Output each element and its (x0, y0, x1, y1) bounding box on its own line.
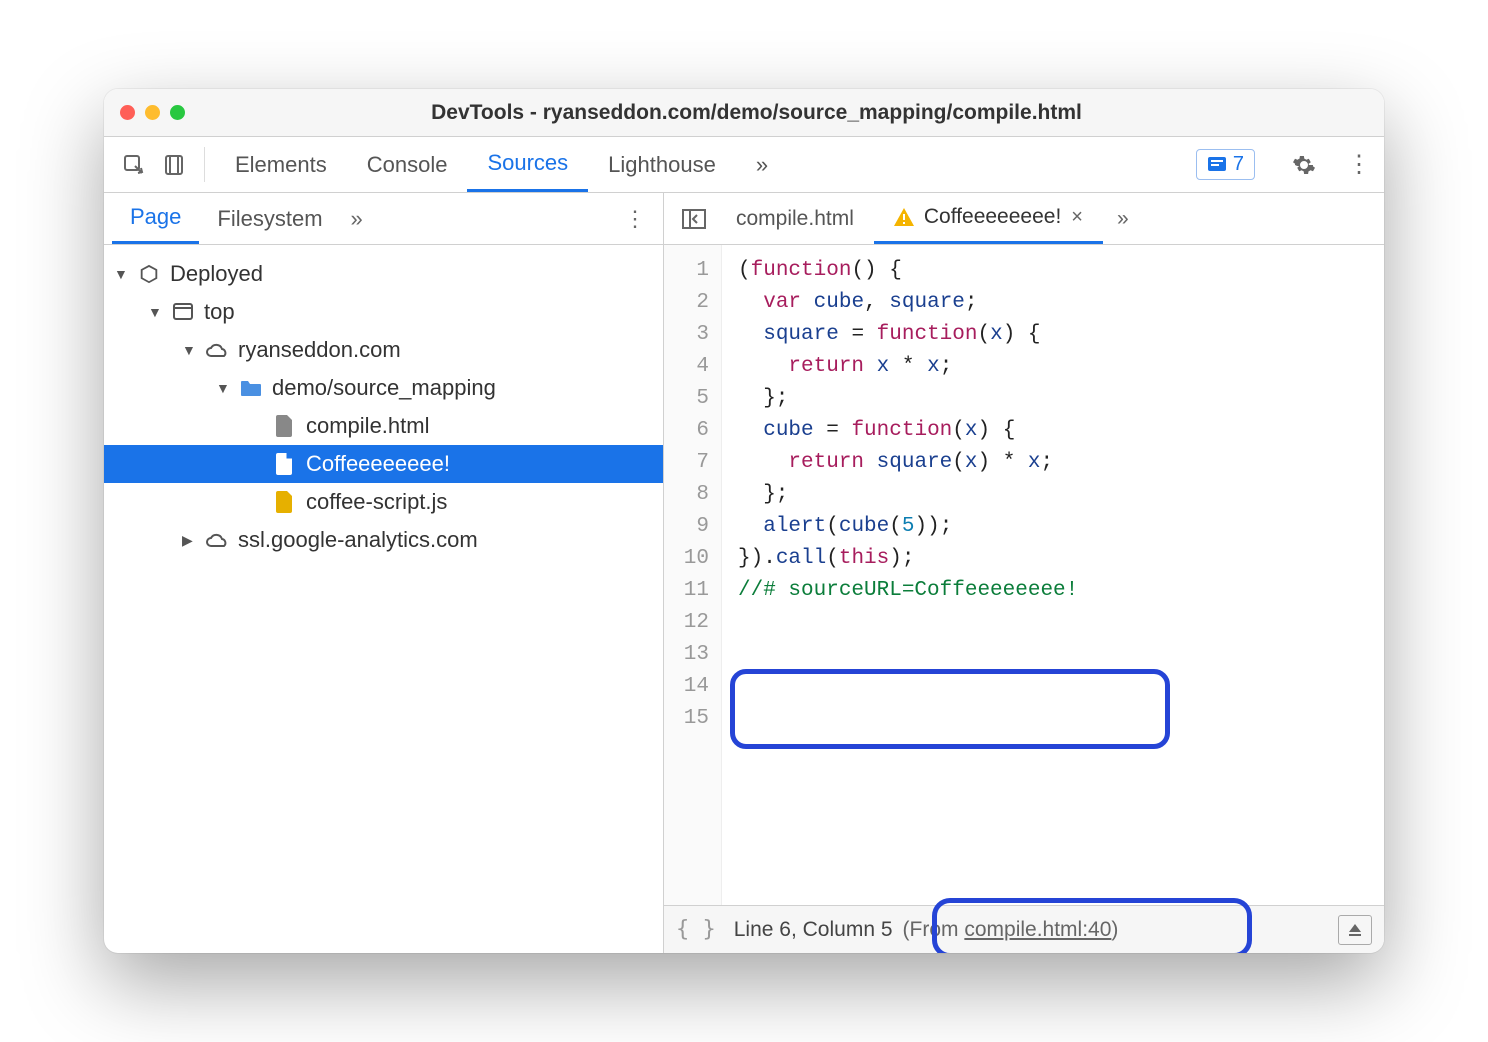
tree-domain[interactable]: ▼ ryanseddon.com (104, 331, 663, 369)
inspect-icon[interactable] (114, 137, 154, 192)
sidebar-tab-page[interactable]: Page (112, 193, 199, 244)
tree-top[interactable]: ▼ top (104, 293, 663, 331)
close-window-button[interactable] (120, 105, 135, 120)
sidebar-tabs: Page Filesystem » ⋮ (104, 193, 663, 245)
tree-label: coffee-script.js (306, 489, 447, 515)
window-title: DevTools - ryanseddon.com/demo/source_ma… (215, 101, 1298, 125)
tree-label: top (204, 299, 235, 325)
editor-tabs: compile.html Coffeeeeeeee! × » (664, 193, 1384, 245)
window-controls (120, 105, 185, 120)
tree-label: Coffeeeeeeee! (306, 451, 450, 477)
code-content[interactable]: (function() { var cube, square; square =… (722, 245, 1094, 905)
close-tab-icon[interactable]: × (1071, 206, 1083, 229)
overflow-menu-icon[interactable]: ⋮ (1344, 150, 1374, 179)
settings-icon[interactable] (1292, 153, 1336, 177)
file-tree: ▼ Deployed ▼ top ▼ (104, 245, 663, 953)
tree-domain[interactable]: ▶ ssl.google-analytics.com (104, 521, 663, 559)
js-file-icon (270, 491, 300, 513)
tree-folder[interactable]: ▼ demo/source_mapping (104, 369, 663, 407)
editor-tab-label: Coffeeeeeeee! (924, 205, 1061, 229)
cursor-position: Line 6, Column 5 (734, 918, 893, 942)
file-icon (270, 453, 300, 475)
line-gutter: 123456789101112131415 (664, 245, 722, 905)
tree-label: ssl.google-analytics.com (238, 527, 478, 553)
sidebar-tabs-overflow[interactable]: » (351, 193, 363, 244)
tree-file[interactable]: coffee-script.js (104, 483, 663, 521)
editor-tabs-overflow[interactable]: » (1103, 193, 1143, 244)
tree-file[interactable]: compile.html (104, 407, 663, 445)
issues-count: 7 (1233, 153, 1244, 176)
source-origin[interactable]: (From compile.html:40) (903, 918, 1119, 942)
show-drawer-icon[interactable] (1338, 915, 1372, 945)
editor-tab-label: compile.html (736, 207, 854, 231)
tab-elements[interactable]: Elements (215, 137, 347, 192)
cloud-icon (202, 341, 232, 359)
editor-tab[interactable]: compile.html (716, 193, 874, 244)
sidebar: Page Filesystem » ⋮ ▼ Deployed ▼ (104, 193, 664, 953)
sidebar-menu-icon[interactable]: ⋮ (615, 193, 655, 244)
tab-sources[interactable]: Sources (467, 137, 588, 192)
tab-lighthouse[interactable]: Lighthouse (588, 137, 736, 192)
pretty-print-icon[interactable]: { } (676, 917, 716, 942)
devtools-window: DevTools - ryanseddon.com/demo/source_ma… (104, 89, 1384, 953)
tree-root[interactable]: ▼ Deployed (104, 255, 663, 293)
tabs-overflow[interactable]: » (736, 137, 788, 192)
code-editor[interactable]: 123456789101112131415 (function() { var … (664, 245, 1384, 905)
minimize-window-button[interactable] (145, 105, 160, 120)
file-icon (270, 415, 300, 437)
statusbar: { } Line 6, Column 5 (From compile.html:… (664, 905, 1384, 953)
sidebar-tab-filesystem[interactable]: Filesystem (199, 193, 340, 244)
frame-icon (168, 303, 198, 321)
navigator-toggle-icon[interactable] (672, 193, 716, 244)
issues-badge[interactable]: 7 (1196, 149, 1255, 180)
tree-label: Deployed (170, 261, 263, 287)
tree-file-selected[interactable]: Coffeeeeeeee! (104, 445, 663, 483)
editor-pane: compile.html Coffeeeeeeee! × » 123456789… (664, 193, 1384, 953)
deployed-icon (134, 263, 164, 285)
device-toggle-icon[interactable] (154, 137, 194, 192)
editor-tab-active[interactable]: Coffeeeeeeee! × (874, 193, 1103, 244)
tree-label: demo/source_mapping (272, 375, 496, 401)
tree-label: ryanseddon.com (238, 337, 401, 363)
tab-console[interactable]: Console (347, 137, 468, 192)
folder-icon (236, 379, 266, 397)
tree-label: compile.html (306, 413, 429, 439)
titlebar: DevTools - ryanseddon.com/demo/source_ma… (104, 89, 1384, 137)
maximize-window-button[interactable] (170, 105, 185, 120)
main-toolbar: Elements Console Sources Lighthouse » 7 … (104, 137, 1384, 193)
cloud-icon (202, 531, 232, 549)
warning-icon (894, 208, 914, 226)
content-area: Page Filesystem » ⋮ ▼ Deployed ▼ (104, 193, 1384, 953)
